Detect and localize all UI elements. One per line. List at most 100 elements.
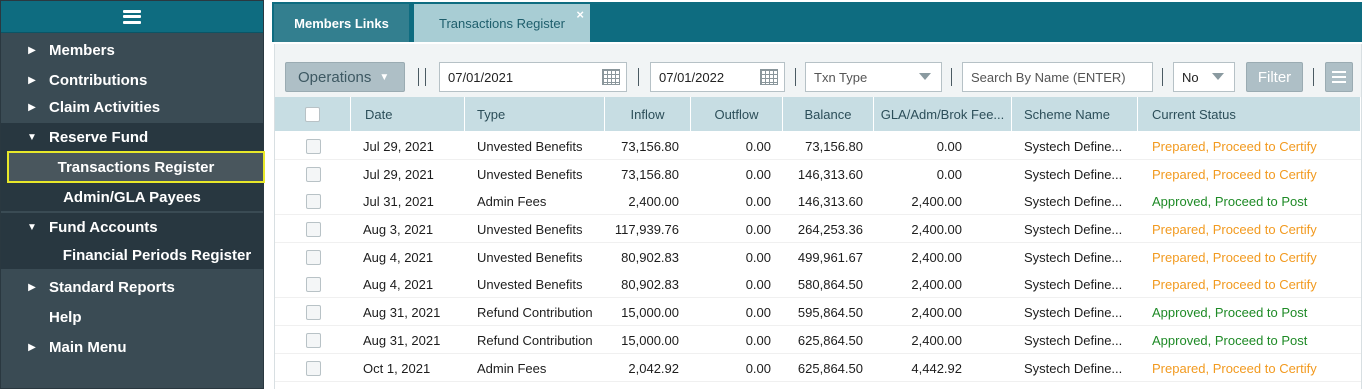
calendar-icon[interactable] <box>760 69 778 85</box>
cell-outflow: 0.00 <box>745 304 771 320</box>
cell-date: Jul 29, 2021 <box>363 166 434 182</box>
table-row[interactable]: Aug 3, 2021 Unvested Benefits 117,939.76 0.… <box>275 215 1361 243</box>
row-select-cell <box>275 270 351 298</box>
sidebar-item-admin-gla-payees[interactable]: Admin/GLA Payees <box>1 183 263 211</box>
cell-balance: 580,864.50 <box>797 276 863 292</box>
row-select-cell <box>275 160 351 188</box>
cell-outflow: 0.00 <box>745 166 771 182</box>
cell-type: Unvested Benefits <box>477 276 583 292</box>
sidebar-item-reserve-fund[interactable]: ▼ Reserve Fund <box>1 123 263 151</box>
header-type[interactable]: Type <box>465 97 605 131</box>
row-checkbox[interactable] <box>305 166 321 182</box>
row-checkbox[interactable] <box>305 193 321 209</box>
cell-outflow: 0.00 <box>745 249 771 265</box>
sidebar-item-financial-periods-register[interactable]: Financial Periods Register <box>1 241 263 269</box>
sidebar-item-help[interactable]: Help <box>1 303 263 331</box>
sidebar-item-claim-activities[interactable]: ▶ Claim Activities <box>1 93 263 121</box>
cell-type: Refund Contribution <box>477 304 593 320</box>
sidebar-item-members[interactable]: ▶ Members <box>1 36 263 64</box>
cell-date: Aug 4, 2021 <box>363 276 434 292</box>
cell-status: Prepared, Proceed to Certify <box>1152 360 1317 376</box>
operations-button[interactable]: Operations ▼ <box>285 62 405 92</box>
tab-members-links[interactable]: Members Links <box>274 4 409 42</box>
search-input[interactable]: Search By Name (ENTER) <box>962 62 1153 92</box>
row-checkbox[interactable] <box>305 276 321 292</box>
header-label: Date <box>365 106 393 122</box>
row-checkbox[interactable] <box>305 249 321 265</box>
cell-inflow: 73,156.80 <box>621 166 679 182</box>
no-select-value: No <box>1182 69 1199 85</box>
cell-status: Prepared, Proceed to Certify <box>1152 138 1317 154</box>
sidebar-item-label: Transactions Register <box>57 158 215 176</box>
row-checkbox[interactable] <box>305 360 321 376</box>
header-balance[interactable]: Balance <box>783 97 874 131</box>
table-row[interactable]: Aug 4, 2021 Unvested Benefits 80,902.83 0.0… <box>275 270 1361 298</box>
divider <box>1162 68 1163 86</box>
sidebar-item-fund-accounts[interactable]: ▼ Fund Accounts <box>1 213 263 241</box>
operations-label: Operations <box>298 68 372 86</box>
table-row[interactable]: Oct 1, 2021 Admin Fees 2,042.92 0.00 625,864… <box>275 354 1361 382</box>
table-row[interactable]: Aug 31, 2021 Refund Contribution 15,000.00… <box>275 298 1361 326</box>
close-icon[interactable]: × <box>576 7 584 22</box>
no-select[interactable]: No <box>1173 62 1235 92</box>
cell-scheme: Systech Define... <box>1024 193 1123 209</box>
filter-button[interactable]: Filter <box>1246 62 1303 92</box>
divider <box>1313 68 1314 86</box>
header-fee[interactable]: GLA/Adm/Brok Fee... <box>874 97 1012 131</box>
sidebar-item-label: Main Menu <box>49 338 127 356</box>
cell-outflow: 0.00 <box>745 276 771 292</box>
table-row[interactable]: Aug 31, 2021 Refund Contribution 15,000.00… <box>275 326 1361 354</box>
row-checkbox[interactable] <box>305 138 321 154</box>
sidebar-item-main-menu[interactable]: ▶ Main Menu <box>1 333 263 361</box>
cell-fee: 2,400.00 <box>911 193 962 209</box>
cell-inflow: 80,902.83 <box>621 276 679 292</box>
header-scheme-name[interactable]: Scheme Name <box>1012 97 1138 131</box>
row-select-cell <box>275 326 351 354</box>
cell-balance: 146,313.60 <box>797 166 863 182</box>
caret-right-icon: ▶ <box>28 74 36 86</box>
menu-icon <box>123 9 141 24</box>
select-all-checkbox[interactable] <box>305 106 320 122</box>
cell-scheme: Systech Define... <box>1024 221 1123 237</box>
cell-type: Refund Contribution <box>477 332 593 348</box>
cell-scheme: Systech Define... <box>1024 276 1123 292</box>
date-from-field[interactable]: 07/01/2021 <box>439 62 627 92</box>
row-checkbox[interactable] <box>305 332 321 348</box>
date-from-value: 07/01/2021 <box>448 69 514 85</box>
filter-label: Filter <box>1257 68 1292 86</box>
table-row[interactable]: Jul 29, 2021 Unvested Benefits 73,156.80 0.… <box>275 160 1361 188</box>
cell-date: Oct 1, 2021 <box>363 360 431 376</box>
calendar-icon[interactable] <box>602 69 620 85</box>
divider <box>418 68 419 86</box>
divider <box>795 68 796 86</box>
row-checkbox[interactable] <box>305 221 321 237</box>
header-current-status[interactable]: Current Status <box>1138 97 1361 131</box>
cell-scheme: Systech Define... <box>1024 249 1123 265</box>
cell-status: Prepared, Proceed to Certify <box>1152 221 1317 237</box>
header-date[interactable]: Date <box>351 97 465 131</box>
cell-balance: 73,156.80 <box>805 138 863 154</box>
hamburger-menu-icon[interactable] <box>1 1 263 33</box>
row-checkbox[interactable] <box>305 304 321 320</box>
cell-balance: 146,313.60 <box>797 193 863 209</box>
column-menu-button[interactable] <box>1325 62 1353 92</box>
sidebar-item-label: Admin/GLA Payees <box>63 188 201 206</box>
sidebar-item-label: Members <box>49 41 115 59</box>
header-outflow[interactable]: Outflow <box>691 97 783 131</box>
table-row[interactable]: Jul 31, 2021 Admin Fees 2,400.00 0.00 146,31… <box>275 187 1361 215</box>
sidebar-item-transactions-register[interactable]: Transactions Register <box>7 151 265 183</box>
sidebar-item-label: Standard Reports <box>49 278 175 296</box>
tab-transactions-register[interactable]: Transactions Register × <box>414 4 590 42</box>
table-row[interactable]: Jul 29, 2021 Unvested Benefits 73,156.80 0.… <box>275 132 1361 160</box>
date-to-field[interactable]: 07/01/2022 <box>650 62 785 92</box>
txn-type-placeholder: Txn Type <box>814 69 868 85</box>
header-select-all[interactable] <box>275 97 351 131</box>
txn-type-select[interactable]: Txn Type <box>805 62 942 92</box>
header-inflow[interactable]: Inflow <box>605 97 691 131</box>
table-row[interactable]: Aug 4, 2021 Unvested Benefits 80,902.83 0.0… <box>275 243 1361 271</box>
header-label: Inflow <box>630 106 665 122</box>
sidebar-item-standard-reports[interactable]: ▶ Standard Reports <box>1 273 263 301</box>
sidebar-item-contributions[interactable]: ▶ Contributions <box>1 66 263 94</box>
cell-balance: 595,864.50 <box>797 304 863 320</box>
transactions-grid: Date Type Inflow Outflow Balance GLA/Adm… <box>274 97 1362 389</box>
